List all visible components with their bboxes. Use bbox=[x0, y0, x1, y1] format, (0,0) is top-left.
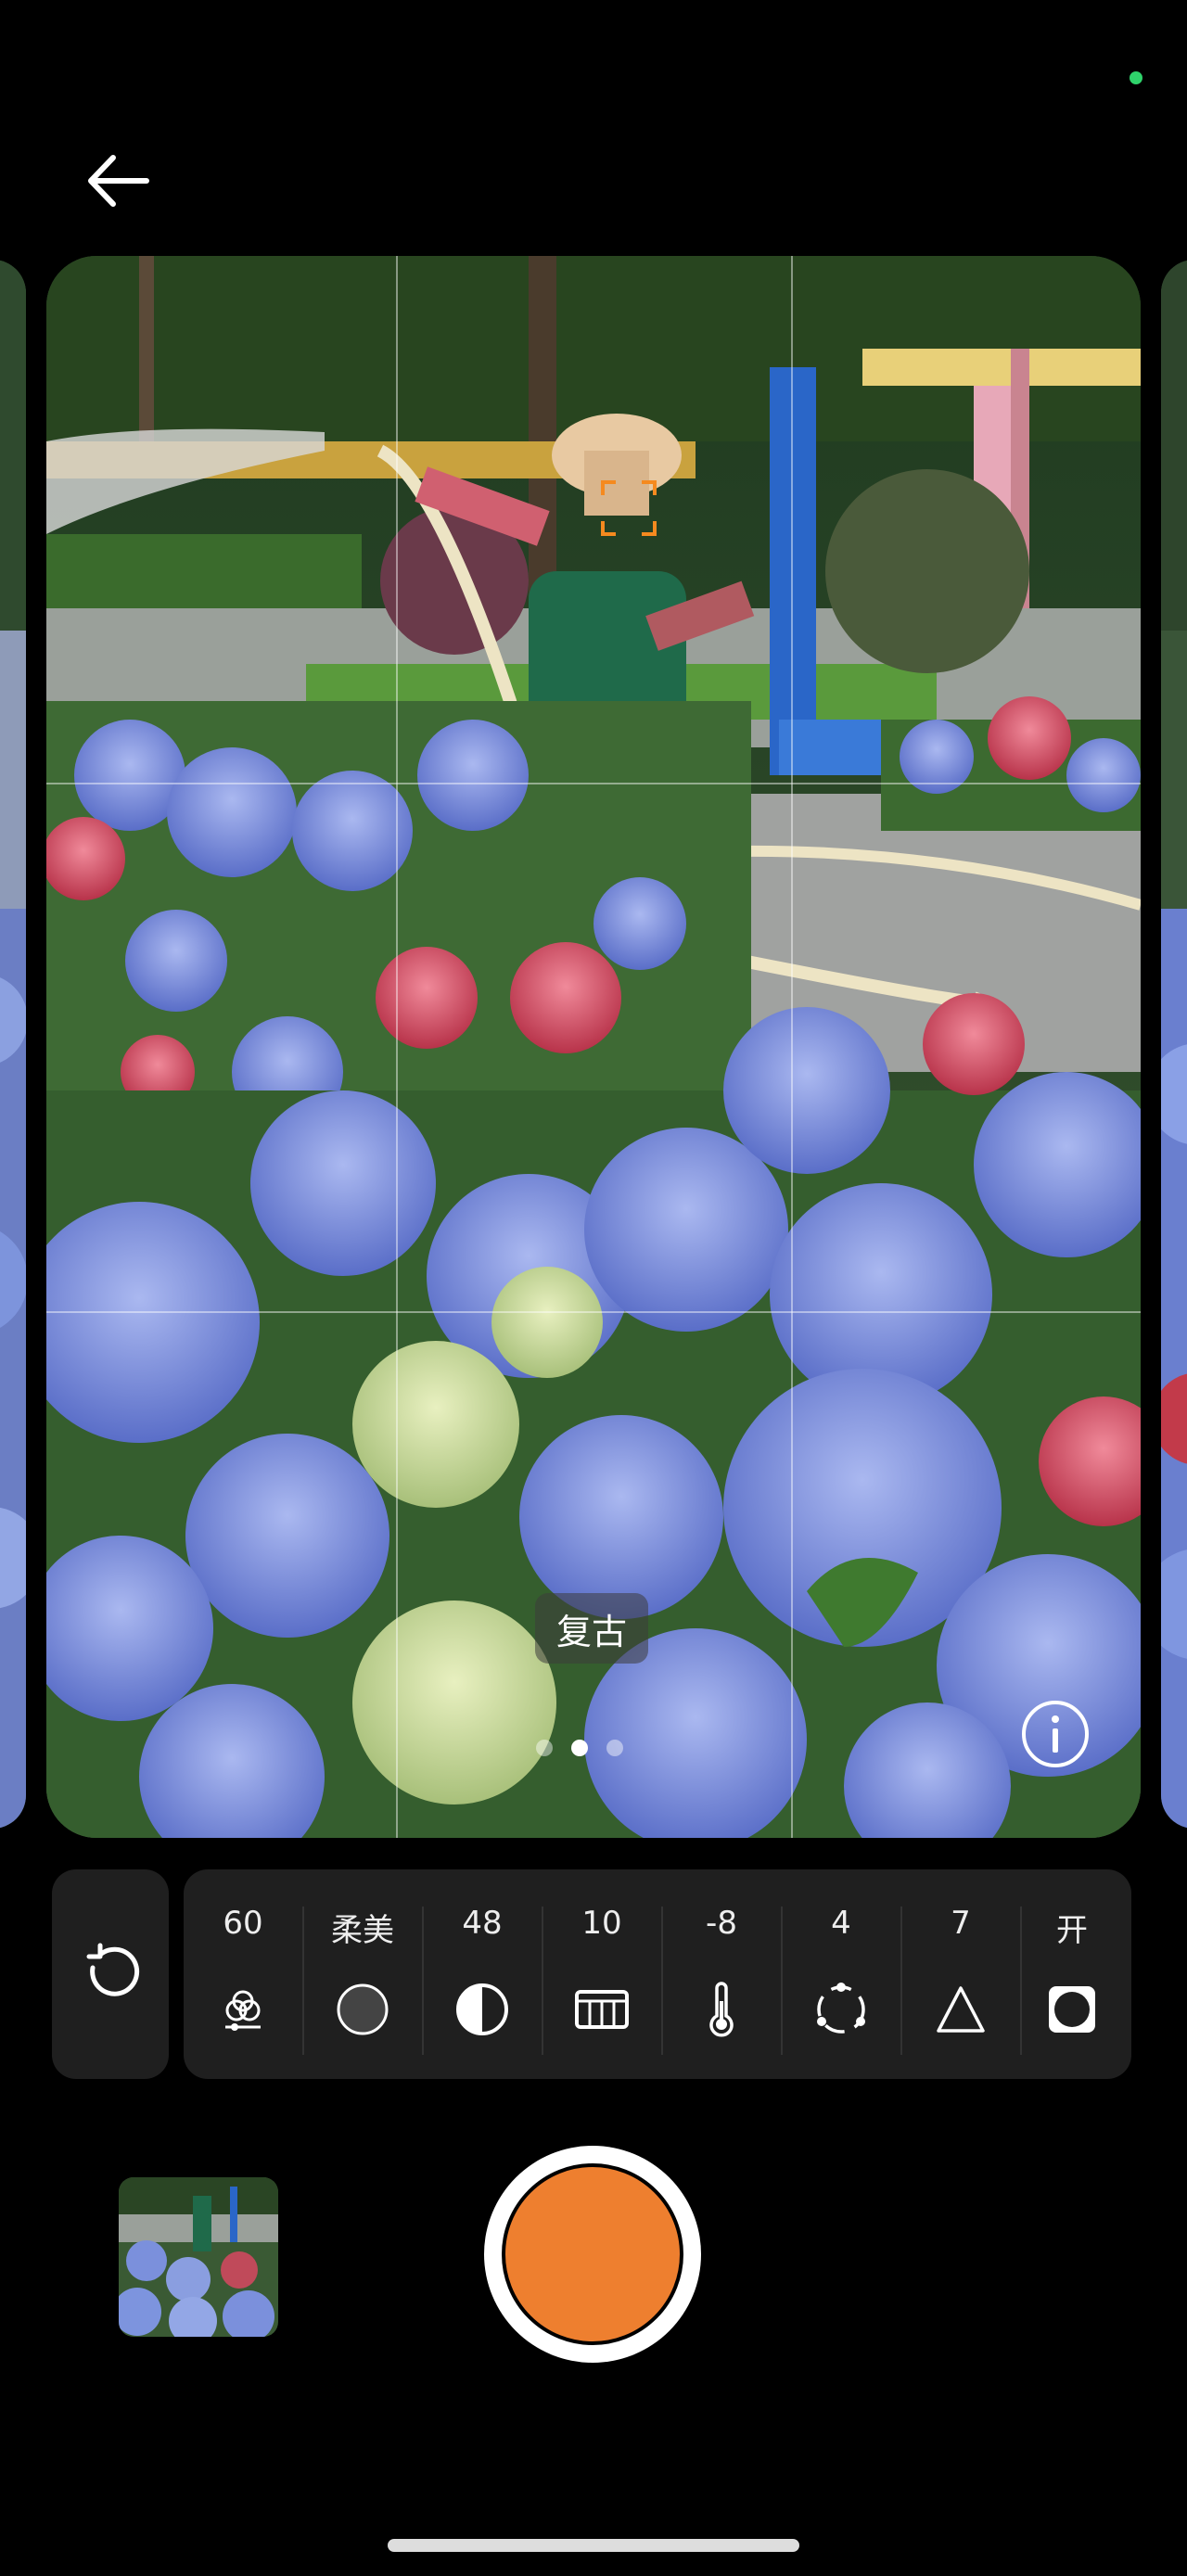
home-indicator[interactable] bbox=[388, 2539, 799, 2552]
setting-temperature[interactable]: -8 bbox=[662, 1869, 781, 2079]
setting-grain[interactable]: 10 bbox=[542, 1869, 661, 2079]
grid-line bbox=[396, 256, 398, 1838]
setting-sharpness[interactable]: 7 bbox=[901, 1869, 1020, 2079]
adjustment-bar: 60 柔美 48 10 -8 4 7 开 bbox=[184, 1869, 1131, 2079]
camera-viewfinder[interactable]: 复古 bbox=[46, 256, 1141, 1838]
grid-line bbox=[46, 783, 1141, 784]
back-button[interactable] bbox=[82, 148, 156, 213]
setting-value: 10 bbox=[581, 1905, 622, 1942]
info-icon[interactable] bbox=[1020, 1699, 1091, 1769]
tri-circle-icon bbox=[225, 1990, 261, 2031]
triangle-icon bbox=[937, 1986, 985, 2033]
dotted-circle-icon bbox=[817, 1983, 865, 2034]
pager-dot-active bbox=[571, 1740, 588, 1756]
face-focus-box bbox=[601, 480, 657, 536]
back-arrow-icon bbox=[88, 155, 149, 207]
setting-value: 4 bbox=[831, 1905, 851, 1942]
setting-contrast[interactable]: 48 bbox=[423, 1869, 542, 2079]
film-style-label[interactable]: 复古 bbox=[535, 1593, 648, 1664]
setting-value: 开 bbox=[1056, 1912, 1088, 1949]
next-film-card[interactable] bbox=[1161, 260, 1187, 1829]
setting-saturation[interactable]: 4 bbox=[782, 1869, 900, 2079]
reset-icon bbox=[86, 1943, 140, 1996]
shutter-button-core bbox=[502, 2163, 683, 2345]
setting-value: 7 bbox=[951, 1905, 971, 1942]
shutter-button[interactable] bbox=[484, 2146, 701, 2363]
previous-film-card[interactable] bbox=[0, 260, 26, 1829]
setting-style[interactable]: 柔美 bbox=[303, 1869, 422, 2079]
setting-filter-strength[interactable]: 60 bbox=[184, 1869, 302, 2079]
circle-icon bbox=[337, 1983, 389, 2035]
thermometer-icon bbox=[709, 1982, 734, 2037]
half-circle-icon bbox=[456, 1983, 508, 2035]
setting-value: 柔美 bbox=[331, 1912, 394, 1949]
vignette-icon bbox=[1049, 1986, 1095, 2033]
setting-value: -8 bbox=[706, 1905, 737, 1942]
status-indicator-dot bbox=[1130, 71, 1142, 84]
reset-button[interactable] bbox=[52, 1869, 169, 2079]
grid-icon bbox=[575, 1990, 629, 2029]
pager-dot bbox=[536, 1740, 553, 1756]
setting-value: 60 bbox=[223, 1905, 263, 1942]
grid-line bbox=[791, 256, 793, 1838]
gallery-thumbnail[interactable] bbox=[119, 2177, 278, 2337]
setting-vignette[interactable]: 开 bbox=[1013, 1869, 1131, 2079]
setting-value: 48 bbox=[462, 1905, 503, 1942]
pager-dot bbox=[606, 1740, 623, 1756]
grid-line bbox=[46, 1311, 1141, 1313]
film-pager bbox=[536, 1740, 623, 1756]
